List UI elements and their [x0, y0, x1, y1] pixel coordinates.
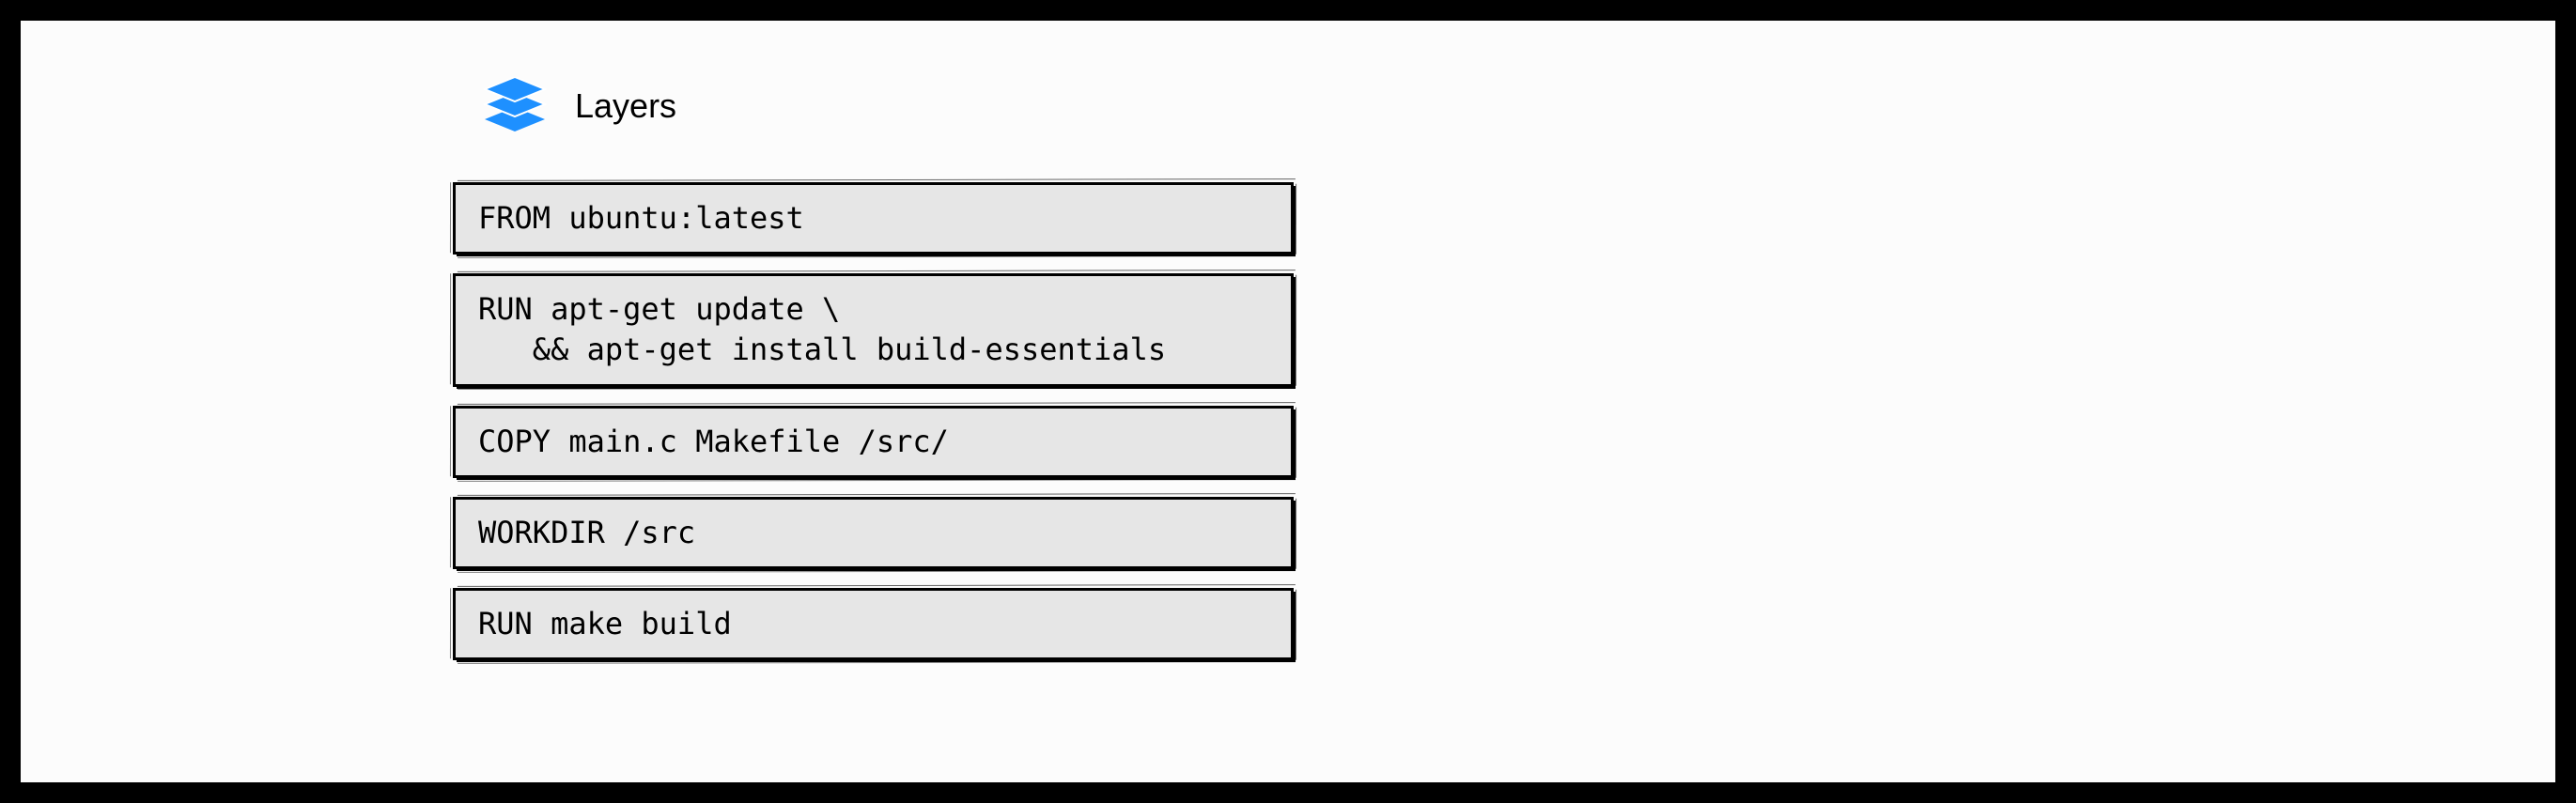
title-label: Layers: [575, 86, 676, 126]
layer-box: RUN make build: [453, 588, 1294, 660]
layer-box: COPY main.c Makefile /src/: [453, 406, 1294, 478]
header: Layers: [481, 77, 676, 135]
diagram-canvas: Layers FROM ubuntu:latest RUN apt-get up…: [21, 21, 2555, 782]
layers-stack: FROM ubuntu:latest RUN apt-get update \ …: [453, 182, 1294, 660]
layer-box: FROM ubuntu:latest: [453, 182, 1294, 255]
layer-box: RUN apt-get update \ && apt-get install …: [453, 273, 1294, 386]
layer-box: WORKDIR /src: [453, 497, 1294, 569]
layers-icon: [481, 77, 549, 135]
